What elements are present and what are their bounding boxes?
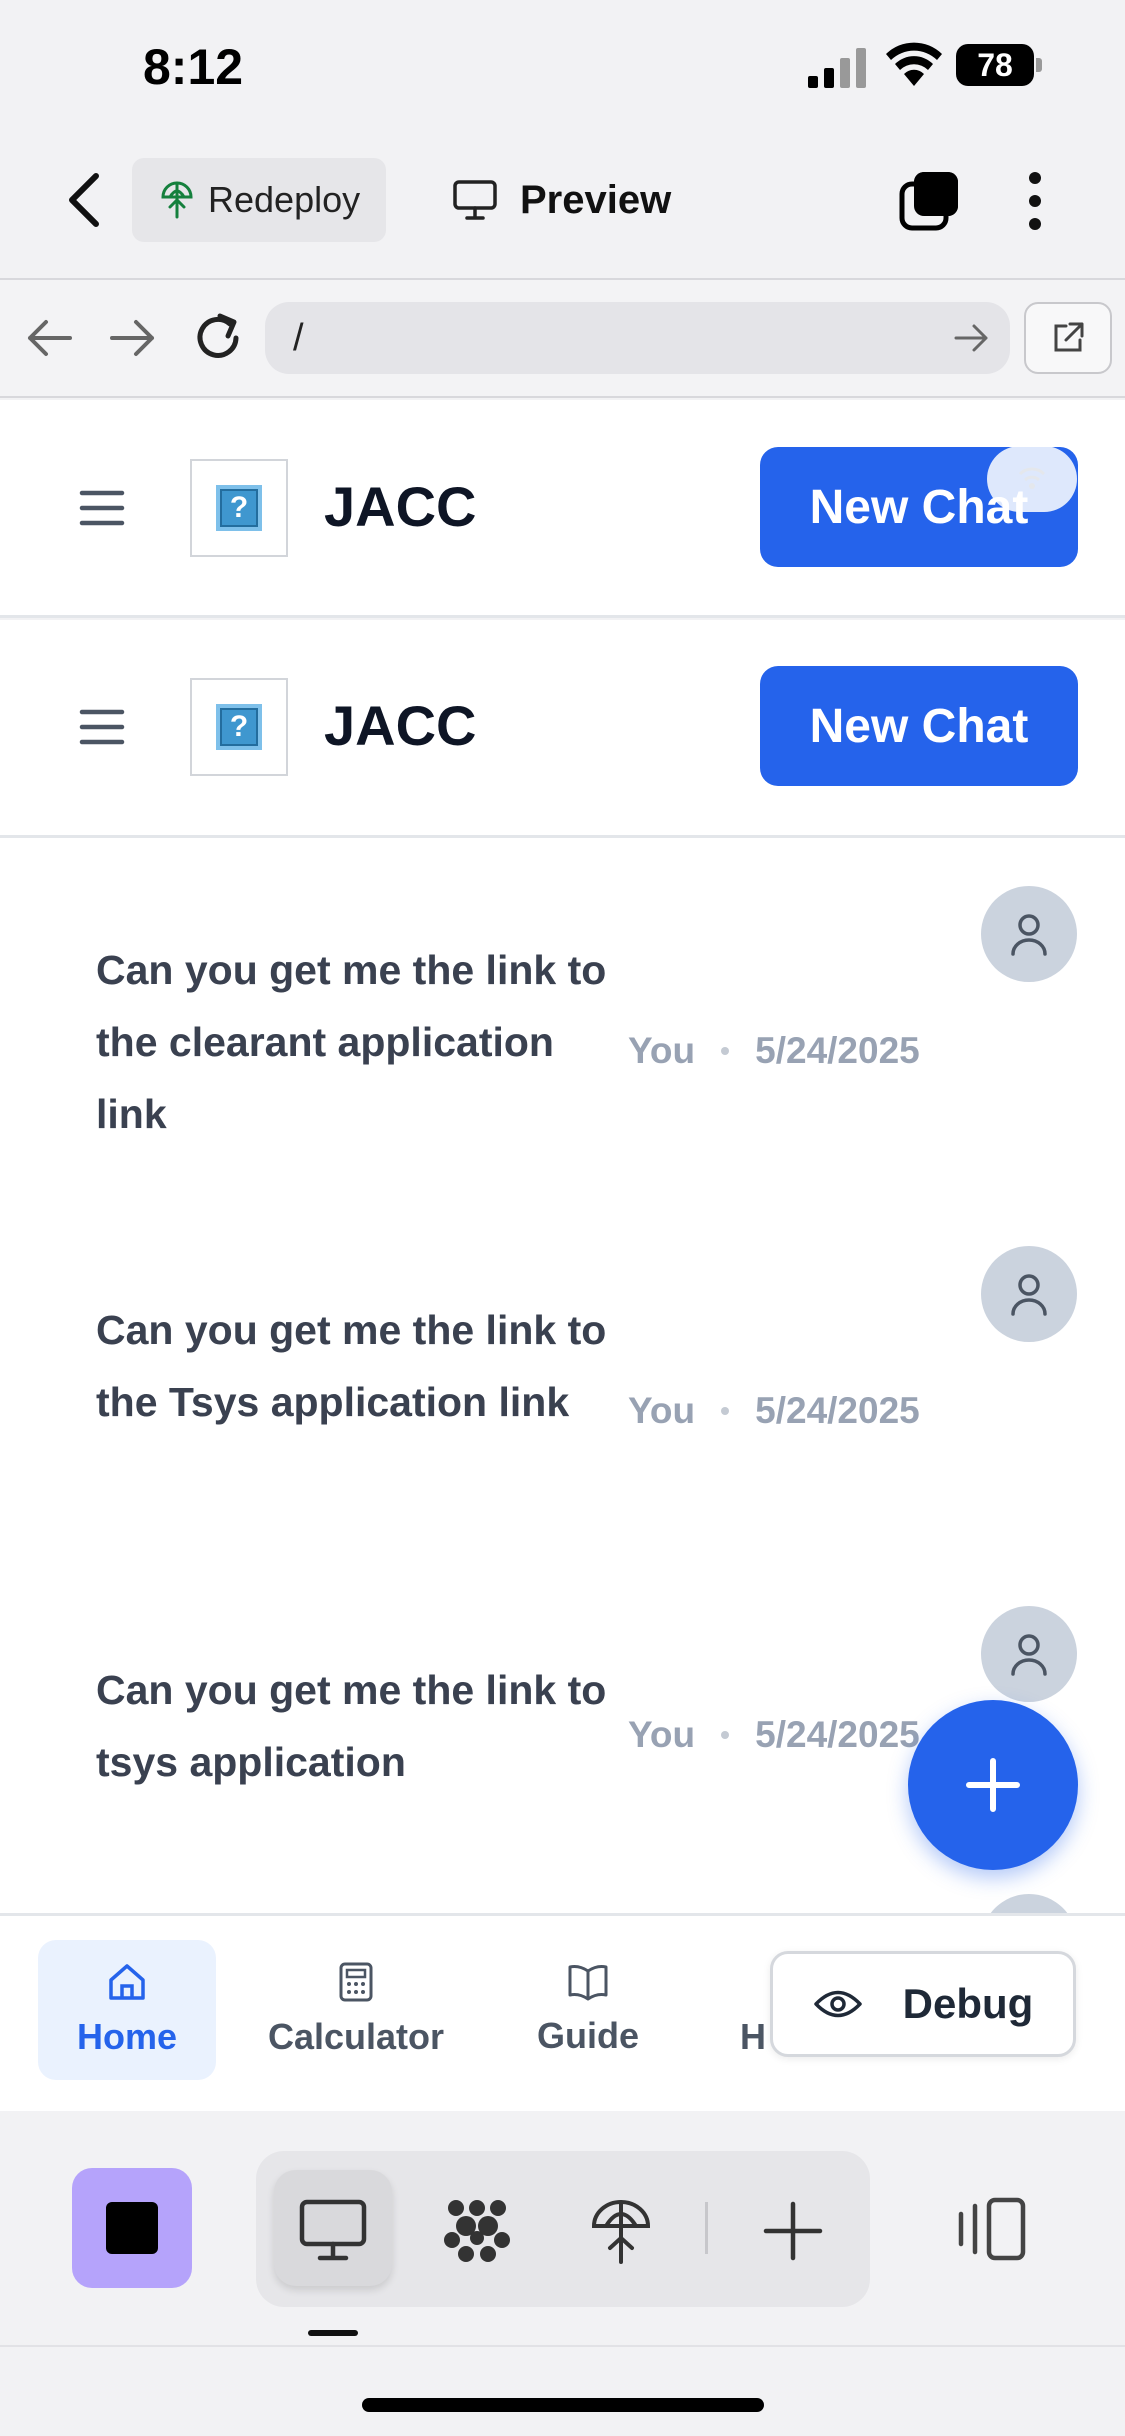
user-avatar xyxy=(981,1606,1077,1702)
plus-icon xyxy=(966,1758,1020,1812)
message-author: You xyxy=(628,1030,696,1071)
agent-icon[interactable] xyxy=(442,2198,512,2264)
nav-label: Guide xyxy=(536,2015,639,2056)
preview-label: Preview xyxy=(520,177,672,222)
status-time: 8:12 xyxy=(143,39,244,95)
add-chat-fab[interactable] xyxy=(908,1700,1078,1870)
nav-item-calculator[interactable]: Calculator xyxy=(258,1940,454,2080)
message-text: Can you get me the link to the clearant … xyxy=(96,947,607,1137)
open-external-button[interactable] xyxy=(1024,302,1112,374)
wifi-icon xyxy=(886,42,942,86)
message-text: Can you get me the link to tsys applicat… xyxy=(96,1667,607,1785)
signal-icon xyxy=(808,48,866,88)
external-link-icon xyxy=(1054,322,1084,352)
stop-button[interactable] xyxy=(72,2168,192,2288)
redeploy-label: Redeploy xyxy=(208,179,361,220)
message-date: 5/24/2025 xyxy=(755,1030,920,1071)
meta-separator xyxy=(721,1731,730,1739)
nav-forward-icon[interactable] xyxy=(108,315,158,361)
logo-placeholder-icon: ? xyxy=(216,485,262,531)
meta-separator xyxy=(721,1047,730,1055)
monitor-icon xyxy=(453,180,497,220)
book-icon xyxy=(568,1965,608,2001)
home-indicator[interactable] xyxy=(362,2398,764,2412)
more-vertical-icon[interactable] xyxy=(1020,170,1050,232)
redeploy-button[interactable]: Redeploy xyxy=(132,158,386,242)
app-logo: ? xyxy=(190,459,288,557)
nav-back-icon[interactable] xyxy=(24,315,74,361)
back-chevron-icon[interactable] xyxy=(62,170,108,230)
list-item[interactable]: Can you get me the link to the clearant … xyxy=(0,838,1125,1198)
message-date: 5/24/2025 xyxy=(755,1390,920,1431)
menu-icon[interactable] xyxy=(78,707,126,747)
reload-icon[interactable] xyxy=(190,310,246,366)
floating-toggle[interactable] xyxy=(987,446,1077,512)
go-arrow-icon[interactable] xyxy=(954,322,990,354)
message-author: You xyxy=(628,1390,696,1431)
plus-icon[interactable] xyxy=(758,2198,828,2264)
message-meta: You 5/24/2025 xyxy=(628,1030,920,1072)
nav-item-guide[interactable]: Guide xyxy=(510,1940,666,2080)
divider xyxy=(0,2345,1125,2347)
app-logo: ? xyxy=(190,678,288,776)
calculator-icon xyxy=(339,1962,373,2002)
new-chat-button[interactable]: New Chat xyxy=(760,666,1078,786)
new-chat-label: New Chat xyxy=(809,699,1029,753)
url-input[interactable]: / xyxy=(265,302,1010,374)
message-date: 5/24/2025 xyxy=(755,1714,920,1755)
deploy-icon[interactable] xyxy=(586,2198,656,2264)
debug-label: Debug xyxy=(902,1980,1034,2027)
user-avatar xyxy=(981,886,1077,982)
meta-separator xyxy=(721,1407,730,1415)
split-view-icon[interactable] xyxy=(955,2196,1027,2262)
menu-icon[interactable] xyxy=(78,488,126,528)
tabs-icon[interactable] xyxy=(898,170,962,232)
home-icon xyxy=(109,1964,145,2000)
message-meta: You 5/24/2025 xyxy=(628,1714,920,1756)
toolbar-divider xyxy=(705,2202,708,2254)
preview-button[interactable]: Preview xyxy=(452,165,671,235)
app-title: JACC xyxy=(324,475,477,538)
user-icon xyxy=(1011,1634,1047,1676)
user-avatar xyxy=(981,1246,1077,1342)
stop-icon xyxy=(106,2202,158,2254)
user-icon xyxy=(1011,1274,1047,1316)
deploy-icon xyxy=(161,181,193,219)
battery-level: 78 xyxy=(977,47,1013,83)
logo-placeholder-icon: ? xyxy=(216,704,262,750)
active-tab-indicator xyxy=(308,2330,358,2336)
message-text: Can you get me the link to the Tsys appl… xyxy=(96,1307,607,1425)
nav-label: Calculator xyxy=(267,2016,445,2057)
nav-label: Home xyxy=(76,2016,178,2057)
message-meta: You 5/24/2025 xyxy=(628,1390,920,1432)
wifi-icon xyxy=(1018,467,1046,489)
list-item[interactable]: Can you get me the link to the Tsys appl… xyxy=(0,1198,1125,1558)
debug-button[interactable]: Debug xyxy=(770,1951,1076,2057)
user-icon xyxy=(1011,914,1047,956)
eye-icon xyxy=(813,1990,862,2018)
monitor-icon[interactable] xyxy=(298,2198,368,2264)
message-author: You xyxy=(628,1714,696,1755)
app-title: JACC xyxy=(324,694,477,757)
nav-label: H xyxy=(740,2016,766,2057)
battery-icon: 78 xyxy=(956,44,1042,86)
nav-item-home[interactable]: Home xyxy=(38,1940,216,2080)
